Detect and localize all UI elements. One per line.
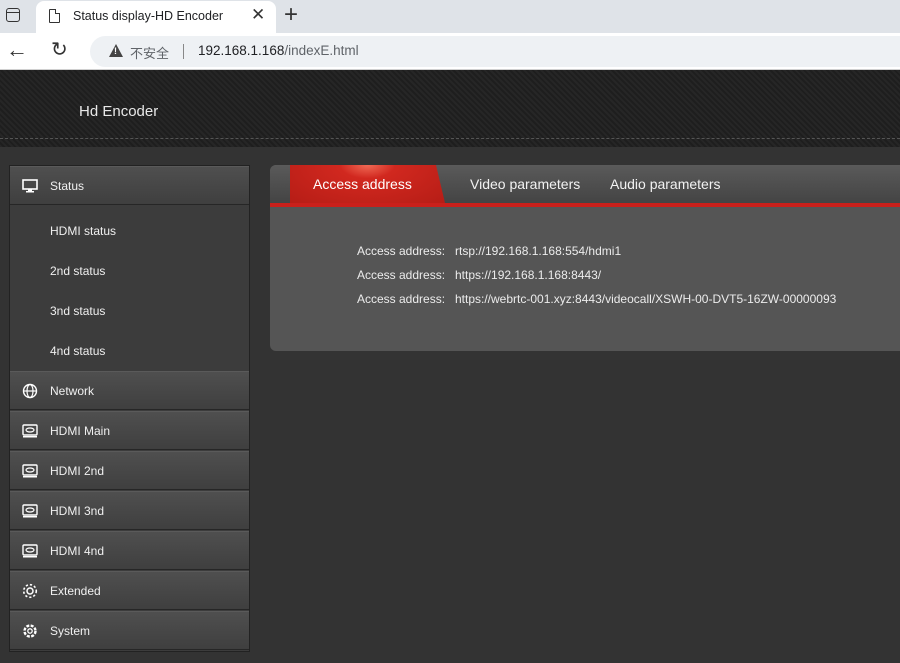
browser-tab-bar: Status display-HD Encoder ✕ + [0,0,900,33]
access-value: https://webrtc-001.xyz:8443/videocall/XS… [455,292,837,306]
access-label: Access address: [357,244,446,258]
tab-access-address[interactable]: Access address [290,165,445,203]
sidebar-sub-hdmi-status[interactable]: HDMI status [10,211,249,251]
sidebar-item-label: Status [50,179,85,193]
tab-audio-parameters[interactable]: Audio parameters [610,176,721,192]
hdmi-icon [22,424,38,438]
url-input[interactable]: ! 不安全 192.168.1.168/indexE.html [90,36,900,67]
settings-icon [23,624,37,638]
access-address-row: Access address: https://webrtc-001.xyz:8… [270,292,900,310]
sidebar-item-label: Extended [50,584,101,598]
access-label: Access address: [357,292,446,306]
access-address-row: Access address: rtsp://192.168.1.168:554… [270,244,900,262]
sidebar-item-label: HDMI 3nd [50,504,105,518]
tab-strip: Access address Video parameters Audio pa… [270,165,900,207]
sidebar-sub-2nd-status[interactable]: 2nd status [10,251,249,291]
sidebar-item-label: System [50,624,91,638]
monitor-icon [22,179,38,193]
sidebar-item-hdmi-4nd[interactable]: HDMI 4nd [10,531,249,570]
sidebar-sub-3nd-status[interactable]: 3nd status [10,291,249,331]
app-title: Hd Encoder [79,103,159,120]
sidebar-item-label: Network [50,384,95,398]
new-tab-button[interactable]: + [284,1,298,29]
page-header: Hd Encoder [0,70,900,147]
hdmi-icon [22,544,38,558]
sidebar-sub-4nd-status[interactable]: 4nd status [10,331,249,371]
browser-tab[interactable]: Status display-HD Encoder ✕ [36,1,276,33]
access-value: rtsp://192.168.1.168:554/hdmi1 [455,244,622,258]
access-address-row: Access address: https://192.168.1.168:84… [270,268,900,286]
sidebar: Status HDMI status 2nd status 3nd status… [9,165,250,652]
sidebar-item-label: HDMI Main [50,424,111,438]
sidebar-item-label: HDMI 2nd [50,464,105,478]
security-label[interactable]: 不安全 [130,43,169,62]
sidebar-item-hdmi-3nd[interactable]: HDMI 3nd [10,491,249,530]
divider [183,44,184,59]
content-panel: Access address Video parameters Audio pa… [270,165,900,351]
sidebar-item-hdmi-2nd[interactable]: HDMI 2nd [10,451,249,490]
sidebar-item-extended[interactable]: Extended [10,571,249,610]
globe-icon [22,383,38,399]
close-icon[interactable]: ✕ [251,5,265,25]
document-icon [49,9,60,23]
hdmi-icon [22,464,38,478]
sidebar-item-hdmi-main[interactable]: HDMI Main [10,411,249,450]
sidebar-item-label: HDMI 4nd [50,544,105,558]
url-text[interactable]: 192.168.1.168/indexE.html [198,43,359,58]
sidebar-item-system[interactable]: System [10,611,249,650]
tab-video-parameters[interactable]: Video parameters [470,176,580,192]
access-label: Access address: [357,268,446,282]
gear-icon [22,583,38,599]
address-bar: ← ↻ ! 不安全 192.168.1.168/indexE.html [0,33,900,70]
access-value: https://192.168.1.168:8443/ [455,268,602,282]
sidebar-item-status[interactable]: Status [10,166,249,205]
hdmi-icon [22,504,38,518]
reload-icon[interactable]: ↻ [51,38,68,62]
back-arrow-icon[interactable]: ← [6,38,28,62]
window-menu-icon[interactable] [6,8,20,22]
tab-title: Status display-HD Encoder [73,9,224,23]
sidebar-item-network[interactable]: Network [10,371,249,410]
